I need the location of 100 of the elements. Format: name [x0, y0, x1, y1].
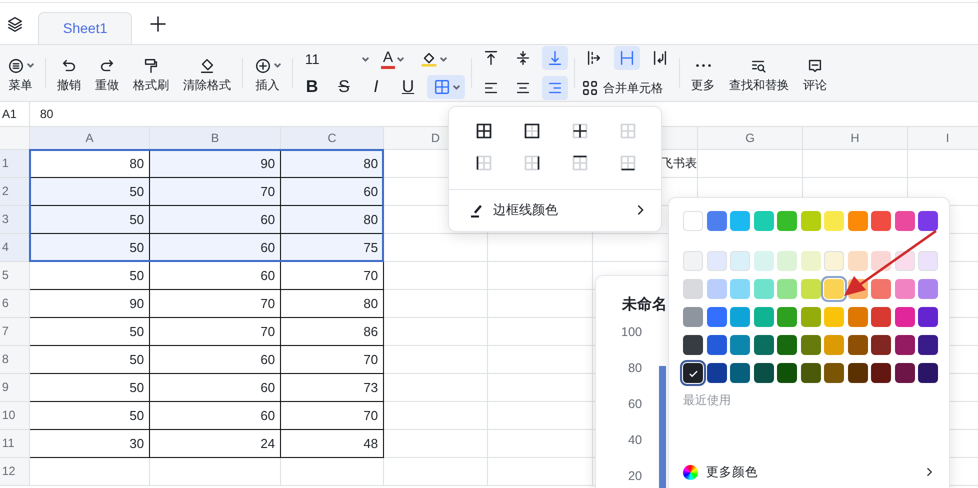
color-swatch[interactable] — [800, 363, 820, 383]
color-swatch[interactable] — [706, 363, 726, 383]
color-swatch[interactable] — [777, 211, 797, 231]
color-swatch[interactable] — [894, 251, 914, 271]
formula-value[interactable]: 80 — [30, 102, 54, 126]
color-swatch[interactable] — [918, 335, 938, 355]
row-header[interactable]: 3 — [0, 206, 30, 234]
color-swatch[interactable] — [871, 279, 891, 299]
color-swatch[interactable] — [683, 335, 703, 355]
left-border-icon[interactable] — [476, 155, 492, 171]
color-swatch[interactable] — [706, 211, 726, 231]
top-border-icon[interactable] — [572, 155, 588, 171]
font-color-button[interactable]: A — [381, 50, 404, 68]
color-swatch[interactable] — [706, 279, 726, 299]
color-swatch[interactable] — [800, 251, 820, 271]
color-swatch[interactable] — [848, 251, 868, 271]
merge-cells-button[interactable]: 合并单元格 — [581, 76, 673, 100]
color-swatch[interactable] — [824, 307, 844, 327]
color-swatch[interactable] — [871, 363, 891, 383]
color-swatch[interactable] — [730, 363, 750, 383]
color-swatch[interactable] — [894, 279, 914, 299]
more-colors-item[interactable]: 更多颜色 — [683, 463, 949, 482]
brush-button[interactable]: 格式刷 — [128, 52, 174, 94]
color-swatch[interactable] — [800, 279, 820, 299]
color-swatch[interactable] — [730, 279, 750, 299]
inner-border-icon[interactable] — [572, 123, 588, 139]
comment-button[interactable]: 评论 — [798, 52, 832, 94]
color-swatch[interactable] — [754, 211, 774, 231]
caret-icon[interactable] — [27, 63, 34, 68]
row-header[interactable]: 10 — [0, 402, 30, 430]
cell-reference[interactable]: A1 — [0, 102, 30, 126]
color-swatch[interactable] — [754, 363, 774, 383]
caret-icon[interactable] — [397, 56, 404, 62]
color-swatch[interactable] — [848, 307, 868, 327]
color-swatch[interactable] — [871, 335, 891, 355]
row-header[interactable]: 2 — [0, 178, 30, 206]
color-swatch[interactable] — [871, 307, 891, 327]
color-swatch[interactable] — [706, 307, 726, 327]
row-header[interactable]: 1 — [0, 150, 30, 178]
all-border-icon[interactable] — [476, 123, 492, 139]
color-swatch[interactable] — [800, 307, 820, 327]
column-header[interactable]: A — [30, 127, 150, 150]
color-swatch[interactable] — [683, 251, 703, 271]
column-header[interactable]: I — [908, 127, 978, 150]
color-swatch[interactable] — [800, 211, 820, 231]
border-color-item[interactable]: 边框线颜色 — [449, 190, 661, 220]
row-header[interactable]: 9 — [0, 374, 30, 402]
borders-button[interactable] — [427, 75, 465, 99]
color-swatch[interactable] — [706, 251, 726, 271]
color-swatch[interactable] — [683, 211, 703, 231]
find-button[interactable]: 查找和替换 — [724, 52, 794, 94]
color-swatch[interactable] — [871, 251, 891, 271]
color-swatch[interactable] — [918, 307, 938, 327]
insert-button[interactable]: 插入 — [249, 52, 286, 94]
color-swatch[interactable] — [918, 251, 938, 271]
column-header[interactable]: H — [803, 127, 908, 150]
color-swatch[interactable] — [706, 335, 726, 355]
color-swatch[interactable] — [683, 363, 703, 383]
caret-icon[interactable] — [452, 84, 460, 90]
color-swatch[interactable] — [800, 335, 820, 355]
row-header[interactable]: 8 — [0, 346, 30, 374]
layers-icon[interactable] — [6, 15, 24, 33]
strike-button[interactable]: S — [331, 75, 357, 99]
row-header[interactable]: 12 — [0, 458, 30, 486]
more-button[interactable]: 更多 — [686, 52, 720, 94]
color-swatch[interactable] — [848, 335, 868, 355]
bottom-border-icon[interactable] — [620, 155, 636, 171]
font-size-dropdown[interactable]: 11 — [299, 47, 373, 71]
row-header[interactable]: 7 — [0, 318, 30, 346]
column-header[interactable]: C — [281, 127, 384, 150]
color-swatch[interactable] — [894, 335, 914, 355]
color-swatch[interactable] — [918, 211, 938, 231]
caret-icon[interactable] — [274, 63, 281, 68]
align-right-button[interactable] — [542, 76, 568, 100]
color-swatch[interactable] — [824, 279, 844, 299]
color-swatch[interactable] — [777, 307, 797, 327]
menu-button[interactable]: 菜单 — [2, 52, 39, 94]
color-swatch[interactable] — [777, 279, 797, 299]
right-border-icon[interactable] — [524, 155, 540, 171]
italic-button[interactable]: I — [363, 75, 389, 99]
add-icon[interactable] — [148, 14, 168, 34]
outer-border-icon[interactable] — [524, 123, 540, 139]
align-bottom-button[interactable] — [542, 46, 568, 70]
color-swatch[interactable] — [730, 251, 750, 271]
color-swatch[interactable] — [848, 363, 868, 383]
row-header[interactable]: 11 — [0, 430, 30, 458]
color-swatch[interactable] — [777, 363, 797, 383]
color-swatch[interactable] — [754, 307, 774, 327]
fill-color-icon[interactable] — [420, 50, 438, 68]
color-swatch[interactable] — [754, 335, 774, 355]
color-swatch[interactable] — [777, 251, 797, 271]
color-swatch[interactable] — [824, 211, 844, 231]
color-swatch[interactable] — [754, 279, 774, 299]
color-swatch[interactable] — [918, 279, 938, 299]
color-swatch[interactable] — [683, 307, 703, 327]
color-swatch[interactable] — [894, 211, 914, 231]
caret-icon[interactable] — [440, 56, 448, 62]
color-swatch[interactable] — [683, 279, 703, 299]
undo-button[interactable]: 撤销 — [52, 52, 86, 94]
color-swatch[interactable] — [918, 363, 938, 383]
